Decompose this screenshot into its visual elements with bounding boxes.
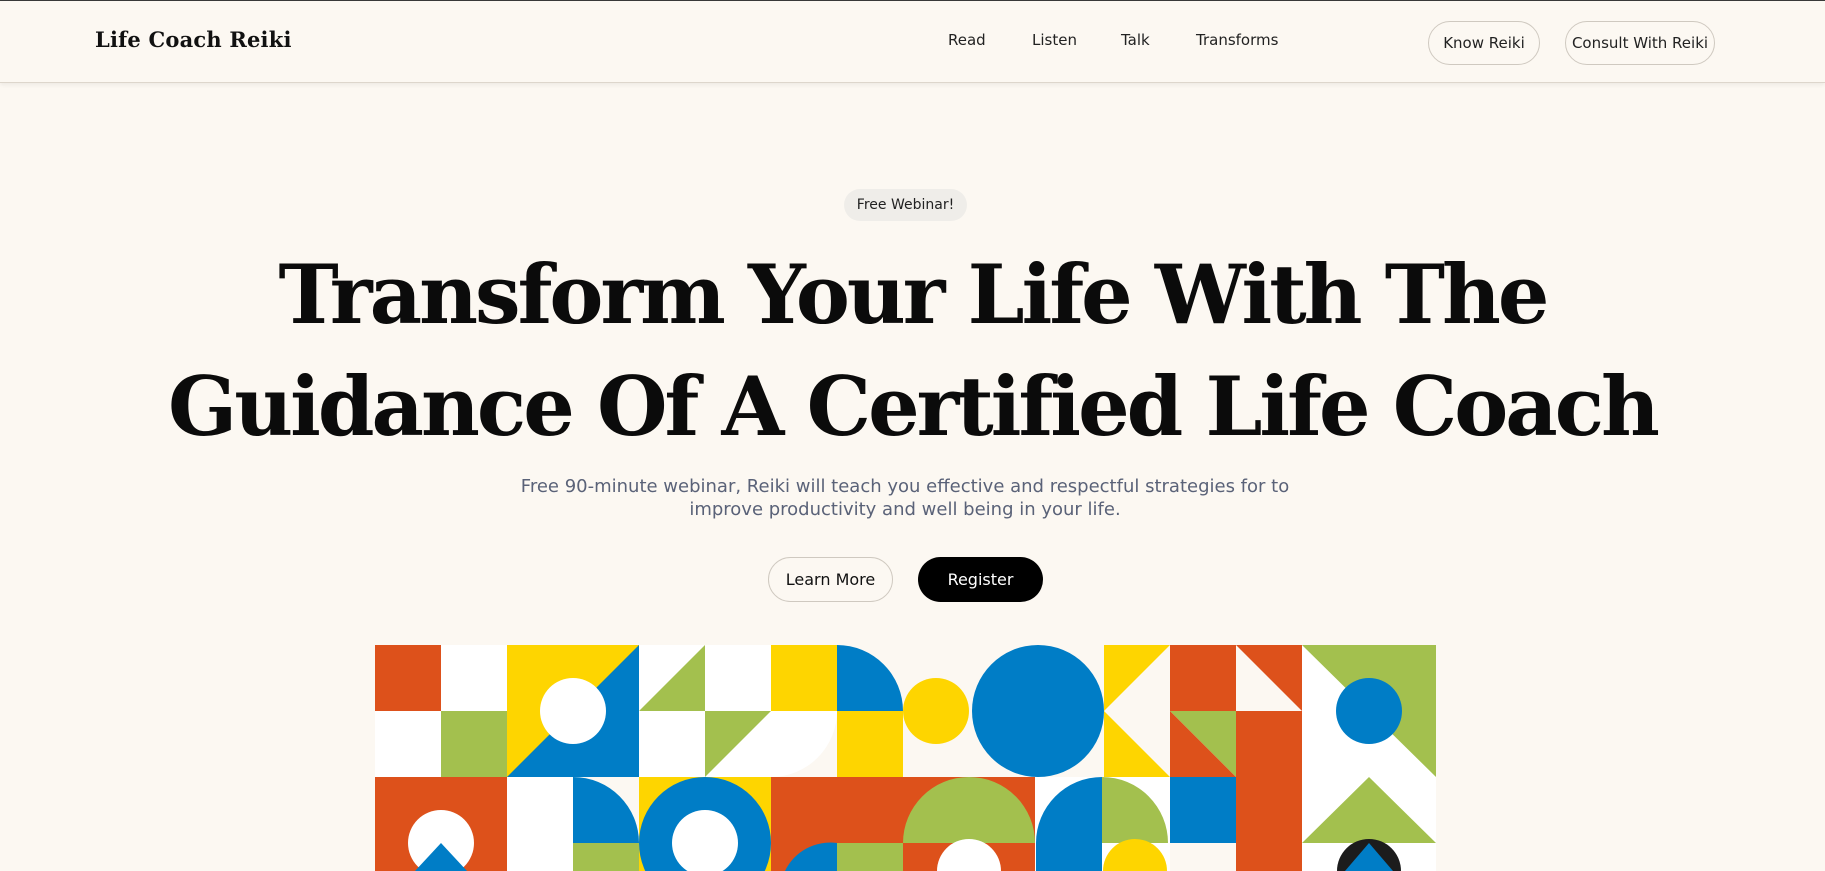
headline-line-2: Guidance Of A Certified Life Coach — [168, 360, 1660, 455]
nav-read[interactable]: Read — [948, 31, 986, 49]
webinar-badge: Free Webinar! — [844, 189, 967, 221]
main-nav: Read Listen Talk Transforms — [0, 31, 1825, 53]
learn-more-button[interactable]: Learn More — [768, 557, 893, 602]
nav-talk[interactable]: Talk — [1121, 31, 1150, 49]
hero-subtitle: Free 90-minute webinar, Reiki will teach… — [520, 476, 1290, 520]
mosaic-svg — [375, 645, 1436, 871]
headline-line-1: Transform Your Life With The — [278, 248, 1550, 343]
geometric-mosaic-artwork — [375, 645, 1436, 871]
know-reiki-button[interactable]: Know Reiki — [1428, 21, 1540, 65]
hero-headline: Transform Your Life With The Guidance Of… — [0, 240, 1825, 464]
register-button[interactable]: Register — [918, 557, 1043, 602]
nav-transforms[interactable]: Transforms — [1196, 31, 1278, 49]
nav-listen[interactable]: Listen — [1032, 31, 1077, 49]
site-header: Life Coach Reiki Read Listen Talk Transf… — [0, 1, 1825, 83]
consult-reiki-button[interactable]: Consult With Reiki — [1565, 21, 1715, 65]
